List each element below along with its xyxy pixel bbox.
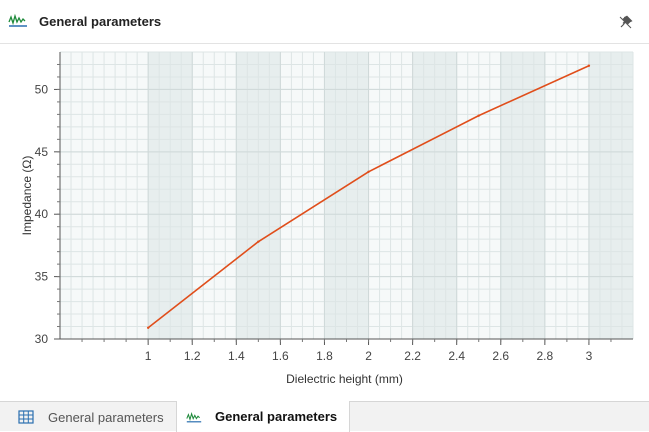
x-tick-label: 1	[145, 349, 152, 363]
y-tick-label: 35	[35, 270, 49, 284]
x-tick-label: 1.2	[184, 349, 201, 363]
x-tick-label: 1.8	[316, 349, 333, 363]
tab-bar: General parameters General parameters	[0, 401, 649, 432]
tab-label: General parameters	[215, 409, 338, 424]
x-tick-label: 1.4	[228, 349, 245, 363]
x-tick-label: 2.2	[404, 349, 421, 363]
table-grid-icon	[18, 410, 34, 424]
x-tick-label: 2.4	[448, 349, 465, 363]
tab-label: General parameters	[48, 409, 164, 425]
chart-area: 1 1.2 1.4 1.6 1.8 2 2.2 2.4 2.6 2.8 3 30 35 40 45 50 Die…	[0, 44, 649, 401]
waveform-chart-icon	[186, 411, 202, 422]
impedance-line-chart: 1 1.2 1.4 1.6 1.8 2 2.2 2.4 2.6 2.8 3 30 35 40 45 50 Die…	[20, 51, 634, 386]
x-tick-label: 1.6	[272, 349, 289, 363]
x-tick-label: 3	[586, 349, 593, 363]
x-axis-label: Dielectric height (mm)	[286, 372, 403, 386]
x-tick-label: 2.8	[537, 349, 554, 363]
waveform-chart-icon	[8, 13, 27, 27]
tab-general-parameters-chart[interactable]: General parameters	[177, 401, 350, 432]
y-tick-label: 30	[35, 332, 49, 346]
panel-title: General parameters	[39, 14, 162, 29]
panel-header: General parameters	[0, 0, 649, 44]
y-tick-label: 40	[35, 207, 49, 221]
data-point	[587, 64, 591, 67]
y-axis-label: Impedance (Ω)	[20, 156, 34, 236]
data-point	[146, 326, 150, 329]
x-tick-label: 2.6	[492, 349, 509, 363]
y-tick-label: 45	[35, 145, 49, 159]
x-tick-label: 2	[365, 349, 372, 363]
y-tick-label: 50	[35, 82, 49, 96]
tab-general-parameters-table[interactable]: General parameters	[0, 402, 177, 432]
unpin-icon[interactable]	[619, 15, 633, 29]
data-point	[257, 240, 260, 243]
data-point	[367, 170, 370, 173]
data-point	[477, 114, 480, 117]
